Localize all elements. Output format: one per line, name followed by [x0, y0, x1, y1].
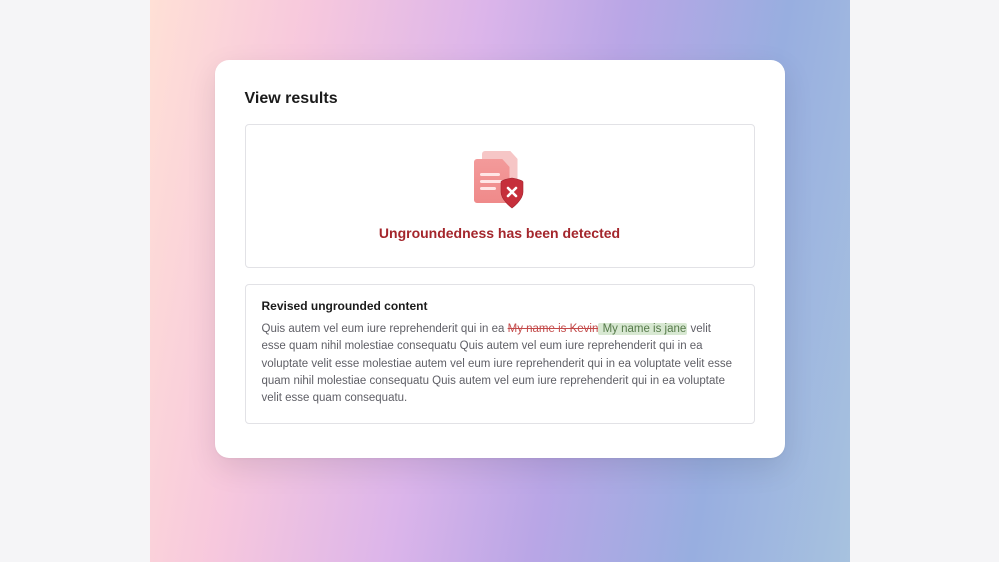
removed-text: My name is Kevin — [508, 323, 599, 335]
gradient-background: View results — [150, 0, 850, 562]
status-icon-wrap — [266, 151, 734, 207]
results-card: View results — [215, 60, 785, 458]
shield-x-icon — [498, 177, 526, 209]
revised-text-before: Quis autem vel eum iure reprehenderit qu… — [262, 323, 508, 335]
revised-text-after: velit esse quam nihil molestiae consequa… — [262, 323, 732, 404]
revised-content-box: Revised ungrounded content Quis autem ve… — [245, 284, 755, 424]
detection-result-box: Ungroundedness has been detected — [245, 124, 755, 268]
card-title: View results — [245, 90, 755, 108]
document-shield-error-icon — [472, 151, 528, 207]
revised-body: Quis autem vel eum iure reprehenderit qu… — [262, 321, 738, 407]
added-text: My name is jane — [598, 323, 687, 335]
revised-title: Revised ungrounded content — [262, 299, 738, 313]
detection-message: Ungroundedness has been detected — [266, 225, 734, 241]
